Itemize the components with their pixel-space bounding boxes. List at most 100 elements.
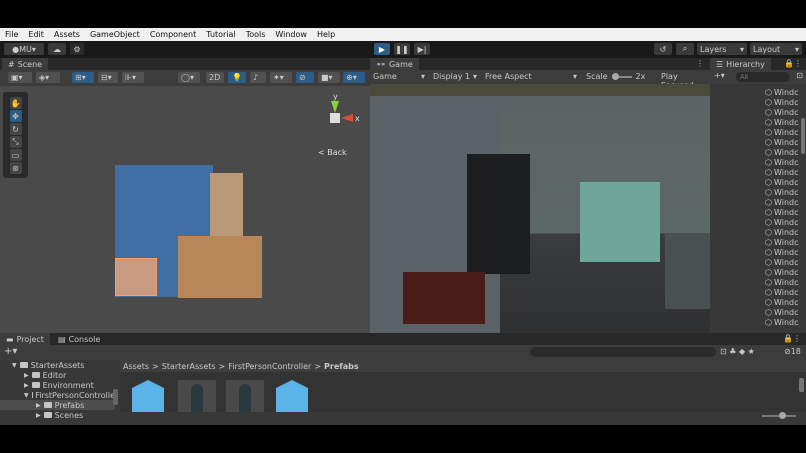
- step-button[interactable]: ▶|: [414, 43, 430, 55]
- aspect-dropdown[interactable]: Free Aspect ▾: [482, 71, 580, 82]
- more-icon[interactable]: ⋮: [696, 59, 704, 68]
- hierarchy-item[interactable]: ⬡ Windc: [710, 277, 806, 287]
- orientation-gizmo[interactable]: y x: [315, 92, 360, 138]
- tab-console[interactable]: ▤ Console: [52, 333, 107, 345]
- folder-item[interactable]: ▶ Scripts: [0, 420, 115, 423]
- gizmos-dropdown[interactable]: ⊕▾: [343, 72, 365, 83]
- search-icon[interactable]: ⌕: [676, 43, 694, 55]
- game-viewport[interactable]: [370, 84, 710, 333]
- hierarchy-item[interactable]: ⬡ Windc: [710, 97, 806, 107]
- hierarchy-item[interactable]: ⬡ Windc: [710, 187, 806, 197]
- menu-file[interactable]: File: [5, 30, 18, 39]
- grid-dropdown[interactable]: ⊞▾: [72, 72, 94, 83]
- folder-item[interactable]: ▶ Prefabs: [0, 400, 115, 410]
- 2d-toggle[interactable]: 2D: [206, 72, 224, 83]
- hierarchy-item[interactable]: ⬡ Windc: [710, 157, 806, 167]
- create-button[interactable]: +▾: [4, 346, 17, 357]
- hierarchy-item[interactable]: ⬡ Windc: [710, 267, 806, 277]
- increment-dropdown[interactable]: ⊪▾: [122, 72, 144, 83]
- hand-tool-icon[interactable]: ✋: [9, 97, 22, 109]
- hierarchy-item[interactable]: ⬡ Windc: [710, 117, 806, 127]
- lighting-icon[interactable]: 💡: [228, 72, 246, 83]
- shading-dropdown[interactable]: ◯▾: [178, 72, 200, 83]
- hierarchy-item[interactable]: ⬡ Windc: [710, 317, 806, 327]
- scale-track[interactable]: [611, 72, 632, 80]
- icon-size-slider[interactable]: [762, 412, 796, 419]
- camera-dropdown[interactable]: ■▾: [318, 72, 340, 83]
- filter-icons[interactable]: ⊡ ♣ ◆ ★: [720, 347, 755, 356]
- tab-project[interactable]: ▬ Project: [0, 333, 50, 345]
- add-button[interactable]: +▾: [714, 71, 725, 80]
- hierarchy-scrollbar[interactable]: [801, 118, 805, 154]
- collapsed-arrow-icon[interactable]: ▶: [36, 422, 41, 423]
- hierarchy-item[interactable]: ⬡ Windc: [710, 307, 806, 317]
- gizmo-center[interactable]: [330, 113, 340, 123]
- hierarchy-item[interactable]: ⬡ Windc: [710, 207, 806, 217]
- breadcrumb-item[interactable]: Prefabs: [324, 362, 359, 371]
- hierarchy-item[interactable]: ⬡ Windc: [710, 297, 806, 307]
- hierarchy-item[interactable]: ⬡ Windc: [710, 107, 806, 117]
- audio-icon[interactable]: ♪: [250, 72, 266, 83]
- menu-tutorial[interactable]: Tutorial: [206, 30, 235, 39]
- asset-scrollbar[interactable]: [799, 372, 804, 400]
- tab-scene[interactable]: # Scene: [2, 58, 49, 70]
- folder-item[interactable]: ▶ Environment: [0, 380, 115, 390]
- layout-dropdown[interactable]: Layout ▾: [750, 43, 802, 55]
- menu-gameobject[interactable]: GameObject: [90, 30, 140, 39]
- collab-icon[interactable]: ⚙: [70, 43, 84, 55]
- hierarchy-item[interactable]: ⬡ Windc: [710, 137, 806, 147]
- tree-scrollbar[interactable]: [113, 363, 118, 419]
- project-search-input[interactable]: [530, 347, 716, 357]
- hierarchy-item[interactable]: ⬡ Windc: [710, 227, 806, 237]
- hierarchy-item[interactable]: ⬡ Windc: [710, 247, 806, 257]
- folder-item[interactable]: ▼ FirstPersonControlle: [0, 390, 115, 400]
- menu-component[interactable]: Component: [150, 30, 196, 39]
- transform-tool-icon[interactable]: ⊛: [9, 162, 22, 174]
- hierarchy-item[interactable]: ⬡ Windc: [710, 197, 806, 207]
- back-label[interactable]: < Back: [318, 148, 347, 157]
- breadcrumb-item[interactable]: FirstPersonController: [228, 362, 311, 371]
- project-lock-icon[interactable]: 🔒⋮: [783, 334, 801, 343]
- expanded-arrow-icon[interactable]: ▼: [24, 392, 29, 399]
- game-view-dropdown[interactable]: Game ▾: [370, 71, 428, 82]
- effects-dropdown[interactable]: ✦▾: [270, 72, 292, 83]
- scene-search-icon[interactable]: ⊡: [796, 71, 803, 80]
- draw-mode-dropdown[interactable]: ▣▾: [8, 72, 32, 83]
- hierarchy-item[interactable]: ⬡ Windc: [710, 147, 806, 157]
- gizmo-x-axis[interactable]: [341, 114, 353, 122]
- hierarchy-item[interactable]: ⬡ Windc: [710, 257, 806, 267]
- snap-dropdown[interactable]: ⊟▾: [98, 72, 118, 83]
- folder-item[interactable]: ▼ StarterAssets: [0, 360, 115, 370]
- hierarchy-item[interactable]: ⬡ Windc: [710, 287, 806, 297]
- menu-edit[interactable]: Edit: [28, 30, 44, 39]
- breadcrumb-item[interactable]: StarterAssets: [162, 362, 216, 371]
- scale-tool-icon[interactable]: ⤡: [9, 136, 22, 148]
- collapsed-arrow-icon[interactable]: ▶: [24, 372, 29, 379]
- scale-handle[interactable]: [611, 72, 619, 80]
- expanded-arrow-icon[interactable]: ▼: [12, 362, 17, 369]
- pause-button[interactable]: ❚❚: [394, 43, 410, 55]
- prefab-capsule-icon[interactable]: [178, 380, 216, 412]
- hierarchy-item[interactable]: ⬡ Windc: [710, 217, 806, 227]
- folder-item[interactable]: ▶ Scenes: [0, 410, 115, 420]
- menu-help[interactable]: Help: [317, 30, 335, 39]
- hierarchy-item[interactable]: ⬡ Windc: [710, 127, 806, 137]
- render-mode-dropdown[interactable]: ◈▾: [36, 72, 60, 83]
- prefab-capsule-icon[interactable]: [226, 380, 264, 412]
- hierarchy-item[interactable]: ⬡ Windc: [710, 237, 806, 247]
- hierarchy-item[interactable]: ⬡ Windc: [710, 177, 806, 187]
- building-model-brick[interactable]: [178, 236, 262, 298]
- rect-tool-icon[interactable]: ▭: [9, 149, 22, 161]
- history-icon[interactable]: ↺: [654, 43, 672, 55]
- breadcrumb-item[interactable]: Assets: [123, 362, 149, 371]
- visibility-icon[interactable]: ⊘: [296, 72, 314, 83]
- gizmo-y-axis[interactable]: [331, 101, 339, 113]
- tab-hierarchy[interactable]: ☰ Hierarchy: [710, 58, 771, 70]
- menu-tools[interactable]: Tools: [246, 30, 266, 39]
- account-dropdown[interactable]: ● MU ▾: [4, 43, 44, 55]
- scale-slider[interactable]: Scale 2x: [586, 72, 645, 81]
- collapsed-arrow-icon[interactable]: ▶: [36, 402, 41, 409]
- play-button[interactable]: ▶: [374, 43, 390, 55]
- icon-size-handle[interactable]: [779, 412, 786, 419]
- move-tool-icon[interactable]: ✥: [9, 110, 22, 122]
